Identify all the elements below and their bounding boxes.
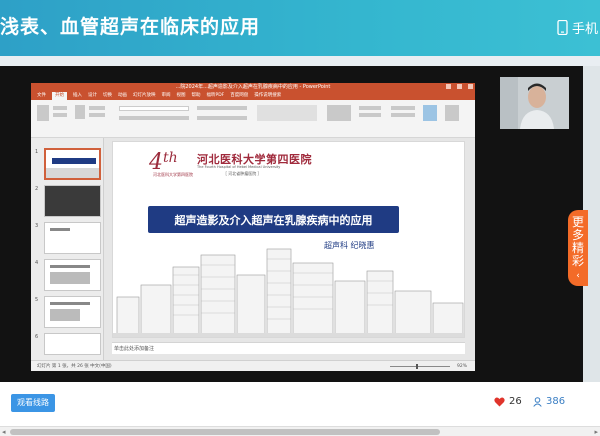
hospital-motto: ［ 河北省肿瘤医院 ］: [223, 171, 262, 176]
thumbnail-number: 1: [35, 149, 39, 155]
slide-thumbnail-pane: 1 2 3 4 5 6: [31, 138, 104, 360]
chevron-left-icon: ‹: [576, 271, 580, 281]
zoom-level: 92%: [456, 364, 467, 369]
viewer-count: 386: [546, 396, 566, 407]
ppt-window-title: ...院2024年...超声造影及介入超声在乳腺疾病中的应用 - PowerPo…: [175, 84, 331, 90]
hospital-logo-caption: 河北医科大学第四医院: [153, 172, 193, 177]
zoom-slider-track: [390, 366, 450, 367]
scrollbar-thumb[interactable]: [10, 429, 440, 435]
scroll-right-icon[interactable]: ▸: [594, 428, 598, 436]
more-content-tab[interactable]: 更多精彩 ‹: [568, 210, 588, 286]
ppt-workspace: 1 2 3 4 5 6 4 th 河北医科大学第四医院 河北医科大学第四医院 T…: [31, 138, 475, 360]
ppt-menu-item: 设计: [88, 93, 97, 98]
maximize-icon: [457, 84, 462, 89]
slide-thumbnail: [44, 185, 101, 217]
ppt-menu-bar: 文件 开始 插入 设计 切换 动画 幻灯片放映 审阅 视图 帮助 福昕PDF 百度网盘 操作说明搜索: [31, 92, 475, 100]
phone-icon: [557, 20, 568, 35]
ppt-menu-item: 动画: [118, 93, 127, 98]
person-icon: [533, 396, 542, 407]
thumbnail-number: 2: [35, 186, 39, 192]
slide-thumbnail: [44, 259, 101, 291]
slide-thumbnail: [44, 222, 101, 254]
top-header: 浅表、血管超声在临床的应用 手机: [0, 0, 600, 56]
zoom-slider-knob: [416, 364, 418, 369]
hospital-buildings-illustration: [113, 248, 464, 337]
thumbnail-number: 5: [35, 297, 39, 303]
horizontal-scrollbar[interactable]: ◂ ▸: [0, 426, 600, 436]
ppt-menu-item: 百度网盘: [230, 93, 249, 98]
ppt-ribbon: [31, 100, 475, 138]
presenter-webcam: [500, 77, 569, 129]
like-counter[interactable]: 26: [494, 396, 522, 407]
ppt-menu-item: 福昕PDF: [206, 93, 225, 98]
slide-notes-field: 单击此处添加备注: [112, 342, 465, 354]
phone-label: 手机: [571, 22, 598, 37]
thumbnail-number: 3: [35, 223, 39, 229]
ppt-status-bar: 幻灯片 第 1 张，共 26 张 中文(中国) 92%: [31, 360, 475, 371]
page-title: 浅表、血管超声在临床的应用: [0, 16, 261, 38]
thumbnail-number: 6: [35, 334, 39, 340]
ppt-menu-item: 文件: [37, 93, 46, 98]
ppt-status-text: 幻灯片 第 1 张，共 26 张 中文(中国): [37, 364, 112, 369]
shared-powerpoint-window: ...院2024年...超声造影及介入超声在乳腺疾病中的应用 - PowerPo…: [31, 83, 475, 371]
hospital-english-name: The Fourth Hospital of Hebei Medical Uni…: [197, 165, 281, 169]
slide-thumbnail: [44, 333, 101, 355]
ppt-menu-item: 开始: [52, 92, 67, 100]
ppt-menu-item: 幻灯片放映: [133, 93, 156, 98]
scroll-left-icon[interactable]: ◂: [2, 428, 6, 436]
presenter-image: [500, 77, 569, 129]
slide-title-banner: 超声造影及介入超声在乳腺疾病中的应用: [148, 206, 399, 233]
ppt-menu-item: 帮助: [191, 93, 201, 98]
hospital-logo-suffix: th: [163, 150, 178, 166]
live-video-stage[interactable]: ...院2024年...超声造影及介入超声在乳腺疾病中的应用 - PowerPo…: [0, 66, 583, 382]
minimize-icon: [446, 84, 451, 89]
close-icon: [468, 84, 473, 89]
like-count: 26: [509, 396, 522, 407]
ppt-menu-item: 切换: [103, 93, 112, 98]
slide-thumbnail: [44, 148, 101, 180]
thumbnail-number: 4: [35, 260, 39, 266]
bottom-toolbar: 观看线路 26 386: [0, 382, 600, 426]
ppt-menu-item: 操作说明搜索: [254, 93, 282, 98]
current-slide: 4 th 河北医科大学第四医院 河北医科大学第四医院 The Fourth Ho…: [112, 141, 465, 338]
slide-title: 超声造影及介入超声在乳腺疾病中的应用: [174, 214, 373, 227]
more-content-label: 更多精彩: [572, 215, 585, 268]
ppt-title-bar: ...院2024年...超声造影及介入超声在乳腺疾病中的应用 - PowerPo…: [31, 83, 475, 92]
watch-route-button[interactable]: 观看线路: [11, 394, 55, 412]
ppt-menu-item: 视图: [176, 93, 186, 98]
ppt-menu-item: 插入: [73, 93, 82, 98]
slide-thumbnail: [44, 296, 101, 328]
heart-icon: [494, 397, 505, 406]
phone-view-link[interactable]: 手机: [557, 18, 598, 37]
ppt-menu-item: 审阅: [161, 93, 171, 98]
viewer-counter: 386: [533, 396, 565, 407]
